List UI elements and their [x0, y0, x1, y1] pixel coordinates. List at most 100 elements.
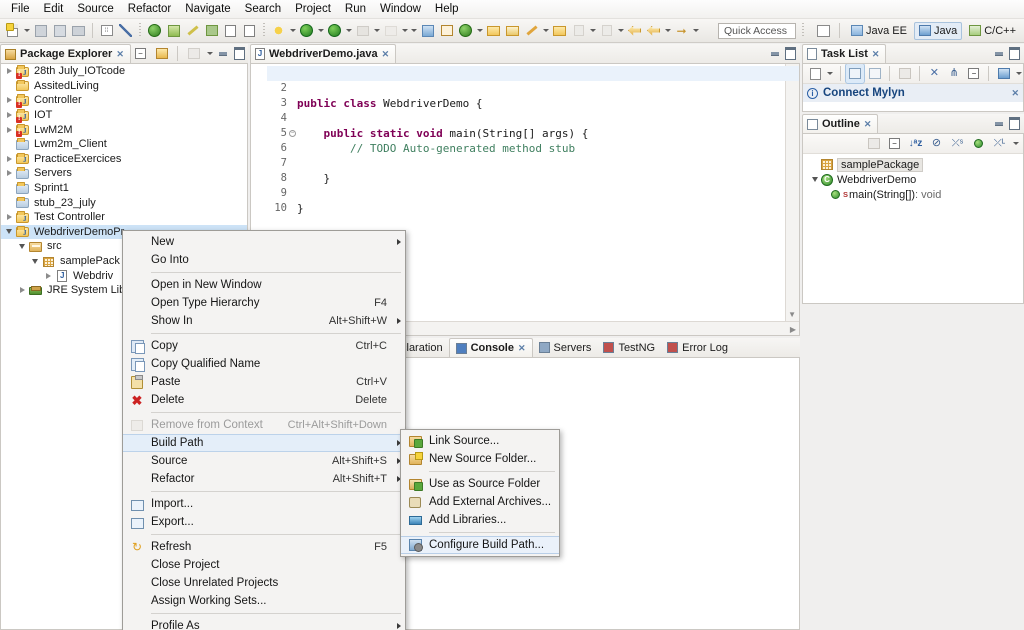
expand-arrow-open-icon[interactable] [809, 174, 821, 186]
hide-fields-button[interactable]: ⊘ [927, 134, 946, 153]
minimize-button[interactable] [216, 47, 230, 61]
external-tools-button[interactable] [269, 21, 288, 40]
menu-project[interactable]: Project [288, 2, 338, 16]
tree-item[interactable]: Servers [1, 166, 247, 181]
coverage-button[interactable] [325, 21, 344, 40]
open-resource-button[interactable] [484, 21, 503, 40]
menu-item-copy-qualified-name[interactable]: Copy Qualified Name [123, 355, 405, 373]
menu-help[interactable]: Help [428, 2, 466, 16]
focus-button[interactable] [895, 64, 914, 83]
menu-run[interactable]: Run [338, 2, 373, 16]
git-button[interactable] [456, 21, 475, 40]
run-dropdown[interactable] [316, 21, 325, 40]
toggle-marker-button[interactable]: ⁞⁞ [97, 21, 116, 40]
menu-edit[interactable]: Edit [37, 2, 71, 16]
editor-vertical-scrollbar[interactable]: ▼ [785, 64, 799, 321]
menu-item-paste[interactable]: PasteCtrl+V [123, 373, 405, 391]
menu-item-export[interactable]: Export... [123, 513, 405, 531]
tree-item[interactable]: 28th July_IOTcode [1, 64, 247, 79]
menu-item-source[interactable]: SourceAlt+Shift+S [123, 452, 405, 470]
new-package-button[interactable] [437, 21, 456, 40]
expand-arrow-closed-icon[interactable] [3, 94, 15, 106]
menu-item-show-in[interactable]: Show InAlt+Shift+W [123, 312, 405, 330]
minimize-button[interactable] [992, 117, 1006, 131]
console-tab-console[interactable]: Console✕ [449, 338, 533, 357]
tab-package-explorer[interactable]: Package Explorer ✕ [0, 44, 131, 63]
external-tools-dropdown[interactable] [288, 21, 297, 40]
next-nav-dropdown[interactable] [691, 21, 700, 40]
menu-item-open-type-hierarchy[interactable]: Open Type HierarchyF4 [123, 294, 405, 312]
expand-arrow-open-icon[interactable] [29, 255, 41, 267]
new-java-project-button[interactable] [145, 21, 164, 40]
perspective-java[interactable]: Java [914, 22, 962, 40]
filter-button[interactable]: ⋔ [945, 64, 964, 83]
print-button[interactable] [69, 21, 88, 40]
new-wizard-button[interactable] [3, 21, 22, 40]
close-icon[interactable]: ✕ [518, 343, 526, 354]
maximize-button[interactable] [1007, 47, 1021, 61]
coverage-dropdown[interactable] [344, 21, 353, 40]
new-wizard-dropdown[interactable] [22, 21, 31, 40]
open-folder-button[interactable] [503, 21, 522, 40]
expand-arrow-closed-icon[interactable] [3, 167, 15, 179]
menu-item-close-project[interactable]: Close Project [123, 556, 405, 574]
perspective-cpp[interactable]: C/C++ [964, 22, 1021, 40]
maximize-button[interactable] [232, 47, 246, 61]
new-class-button[interactable] [418, 21, 437, 40]
format-dropdown[interactable] [541, 21, 550, 40]
tree-item[interactable]: Test Controller [1, 210, 247, 225]
menu-item-refactor[interactable]: RefactorAlt+Shift+T [123, 470, 405, 488]
tab-task-list[interactable]: Task List ✕ [802, 44, 886, 63]
menu-item-copy[interactable]: CopyCtrl+C [123, 337, 405, 355]
scroll-down-icon[interactable]: ▼ [788, 310, 796, 319]
menu-item-profile-as[interactable]: Profile As [123, 617, 405, 630]
menu-navigate[interactable]: Navigate [178, 2, 237, 16]
back-button[interactable] [625, 21, 644, 40]
git-dropdown[interactable] [475, 21, 484, 40]
schedule-button[interactable] [865, 64, 884, 83]
close-icon[interactable]: ✕ [864, 119, 872, 130]
maximize-button[interactable] [1007, 117, 1021, 131]
tree-item[interactable]: IOT [1, 108, 247, 123]
browse-button[interactable] [550, 21, 569, 40]
collapse-all-button[interactable]: − [965, 64, 984, 83]
hide-static-button[interactable]: ⤫ˢ [948, 134, 967, 153]
view-menu-button[interactable] [1011, 134, 1020, 153]
menu-item-refresh[interactable]: ↻RefreshF5 [123, 538, 405, 556]
tree-item[interactable]: LwM2M [1, 122, 247, 137]
menu-item-open-in-new-window[interactable]: Open in New Window [123, 276, 405, 294]
tree-item[interactable]: Sprint1 [1, 181, 247, 196]
focus-button[interactable] [864, 134, 883, 153]
next-nav-button[interactable]: ➞ [672, 21, 691, 40]
tab-webdriverdemo-java[interactable]: J WebdriverDemo.java ✕ [250, 44, 396, 63]
close-icon[interactable]: ✕ [116, 49, 124, 60]
open-type-button[interactable] [221, 21, 240, 40]
tree-item[interactable]: Lwm2m_Client [1, 137, 247, 152]
tree-item[interactable]: PracticeExercices [1, 152, 247, 167]
menu-item-go-into[interactable]: Go Into [123, 251, 405, 269]
console-tab-testng[interactable]: TestNG [597, 338, 661, 357]
menu-item-delete[interactable]: ✖DeleteDelete [123, 391, 405, 409]
close-icon[interactable]: ✕ [382, 49, 390, 60]
menu-refactor[interactable]: Refactor [121, 2, 178, 16]
clear-button[interactable]: ✕ [925, 64, 944, 83]
forward-button[interactable] [644, 21, 663, 40]
mylyn-button[interactable] [994, 64, 1013, 83]
open-task-button[interactable] [240, 21, 259, 40]
view-menu-button[interactable] [205, 44, 214, 63]
tab-outline[interactable]: Outline ✕ [802, 114, 878, 133]
console-tab-servers[interactable]: Servers [533, 338, 598, 357]
tree-item[interactable]: stub_23_july [1, 195, 247, 210]
expand-arrow-closed-icon[interactable] [3, 109, 15, 121]
build-path-submenu[interactable]: Link Source...New Source Folder...Use as… [400, 429, 560, 557]
perspective-java-ee[interactable]: Java EE [846, 22, 912, 40]
menu-item-close-unrelated-projects[interactable]: Close Unrelated Projects [123, 574, 405, 592]
close-icon[interactable]: ✕ [1011, 88, 1019, 99]
collapse-all-button[interactable]: − [885, 134, 904, 153]
menu-item-assign-working-sets[interactable]: Assign Working Sets... [123, 592, 405, 610]
minimize-button[interactable] [992, 47, 1006, 61]
expand-arrow-closed-icon[interactable] [3, 153, 15, 165]
outline-item[interactable]: Smain(String[]) : void [803, 187, 1023, 202]
submenu-item-add-external-archives[interactable]: Add External Archives... [401, 493, 559, 511]
menu-item-new[interactable]: New [123, 233, 405, 251]
